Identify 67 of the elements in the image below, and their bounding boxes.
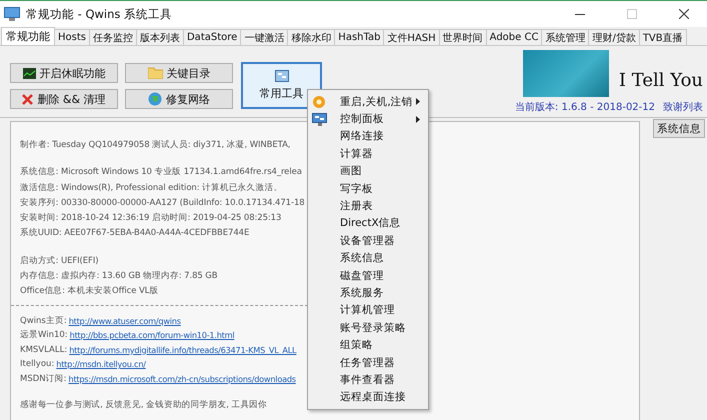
menu-item[interactable]: 磁盘管理 xyxy=(308,266,428,284)
version-text: 当前版本: 1.6.8 - 2018-02-12 xyxy=(514,100,655,114)
info-line: 激活信息: Windows(R), Professional edition: 计算机已永久激活。 xyxy=(20,182,282,195)
menu-item[interactable]: 写字板 xyxy=(308,180,428,198)
link-label: Itellyou: xyxy=(20,358,54,372)
link-label: 远景Win10: xyxy=(20,329,68,342)
gear-icon xyxy=(312,94,326,109)
menu-item[interactable]: 设备管理器 xyxy=(308,232,428,250)
link-label: MSDN订阅: xyxy=(20,372,66,386)
menu-item[interactable]: DirectX信息 xyxy=(308,214,428,232)
action-button[interactable]: 关键目录 xyxy=(125,63,233,83)
control-panel-icon xyxy=(312,112,327,126)
menu-item[interactable]: 计算器 xyxy=(308,145,428,163)
menu-item[interactable]: 画图 xyxy=(308,162,428,180)
monitor-icon xyxy=(22,68,36,78)
globe-icon xyxy=(148,92,162,106)
menu-item[interactable]: 任务管理器 xyxy=(308,354,428,372)
tab[interactable]: TVB直播 xyxy=(638,29,687,45)
info-line: Office信息: 本机未安装Office VL版 xyxy=(20,284,158,298)
window-title: 常规功能 - Qwins 系统工具 xyxy=(26,6,174,22)
action-button[interactable]: 删除 && 清理 xyxy=(10,89,118,109)
menu-item[interactable]: 控制面板 xyxy=(308,110,428,128)
menu-item[interactable]: 系统服务 xyxy=(308,284,428,302)
menu-item[interactable]: 账号登录策略 xyxy=(308,319,428,336)
tab[interactable]: 文件HASH xyxy=(383,29,440,45)
system-info-button[interactable]: 系统信息 xyxy=(653,119,705,138)
url-link[interactable]: http://www.atuser.com/qwins xyxy=(68,314,181,328)
brand-title: I Tell You xyxy=(618,70,703,93)
tab[interactable]: 理财/贷款 xyxy=(588,29,640,45)
tab[interactable]: 世界时间 xyxy=(438,29,487,45)
url-link[interactable]: http://bbs.pcbeta.com/forum-win10-1.html xyxy=(70,328,234,343)
url-link[interactable]: http://forums.mydigitallife.info/threads/63471-KMS_VL_ALL xyxy=(69,342,296,358)
tab[interactable]: 系统管理 xyxy=(541,29,590,45)
tools-button[interactable]: 常用工具 xyxy=(241,62,322,109)
menu-item[interactable]: 注册表 xyxy=(308,197,428,215)
close-icon xyxy=(22,94,34,104)
url-link[interactable]: https://msdn.microsoft.com/zh-cn/subscriptions/downloads xyxy=(68,372,296,386)
tab[interactable]: 任务监控 xyxy=(88,29,137,45)
action-button[interactable]: 修复网络 xyxy=(125,89,233,109)
info-line: 感谢每一位参与测试, 反馈意见, 金钱资助的同学朋友, 工具因你 xyxy=(20,399,268,412)
maximize-icon xyxy=(627,9,637,19)
menu-item[interactable]: 组策略 xyxy=(308,336,428,354)
info-line: 系统信息: Microsoft Windows 10 专业版 17134.1.amd64fre.rs4_relea xyxy=(20,166,302,180)
menu-item[interactable]: 系统信息 xyxy=(308,250,428,267)
tab[interactable]: 一键激活 xyxy=(240,29,288,45)
tab[interactable]: 版本列表 xyxy=(136,29,184,45)
tab[interactable]: 常规功能 xyxy=(1,27,55,45)
menu-item[interactable]: 网络连接 xyxy=(308,128,428,146)
menu-item[interactable]: 远程桌面连接 xyxy=(308,388,428,406)
info-line: 内存信息: 虚拟内存: 13.60 GB 物理内存: 7.85 GB xyxy=(20,270,218,284)
action-button[interactable]: 开启休眠功能 xyxy=(10,63,118,83)
tab[interactable]: 移除水印 xyxy=(287,29,336,45)
info-line: 系统UUID: AEE07F67-5EBA-B4A0-A44A-4CEDFBBE744E xyxy=(20,226,250,240)
credits-link[interactable]: 致谢列表 xyxy=(663,100,703,114)
link-label: KMSVLALL: xyxy=(20,344,68,357)
info-line: 安装时间: 2018-10-24 12:36:19 启动时间: 2019-04-25 08:25:13 xyxy=(20,212,282,226)
info-line: 启动方式: UEFI(EFI) xyxy=(20,254,98,268)
url-link[interactable]: http://msdn.itellyou.cn/ xyxy=(56,357,146,372)
info-line: 安装序列: 00330-80000-00000-AA127 (BuildInfo: 10.0.17134.471-18 xyxy=(20,196,305,210)
close-icon xyxy=(679,9,689,19)
link-label: Qwins主页: xyxy=(20,314,67,328)
app-icon xyxy=(4,7,20,21)
menu-item[interactable]: 事件查看器 xyxy=(308,371,428,389)
info-line: 制作者: Tuesday QQ104979058 测试人员: diy371, 冰凝, WINBETA, xyxy=(20,139,290,152)
folder-icon xyxy=(148,67,162,79)
menu-item[interactable]: 计算机管理 xyxy=(308,302,428,320)
window-icon xyxy=(274,70,288,82)
